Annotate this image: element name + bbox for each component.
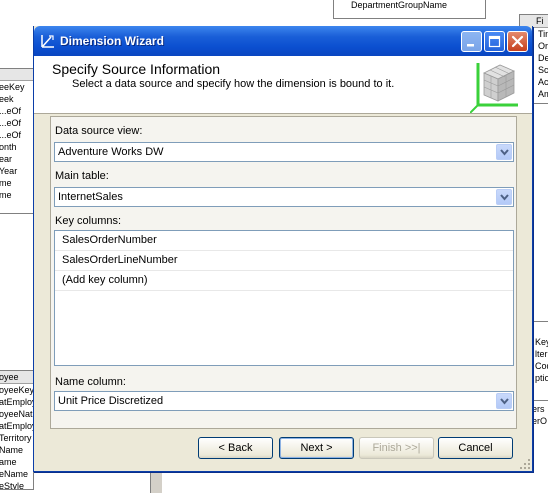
designer-table-row: oyeeKey [0, 385, 34, 395]
resize-grip-icon[interactable] [519, 458, 531, 470]
designer-table-row: DepartmentGroupName [351, 0, 448, 10]
designer-table-row: eOf... [0, 106, 22, 116]
designer-table-row: Name [0, 445, 24, 455]
maximize-icon [488, 35, 501, 48]
designer-scroll-strip [150, 470, 162, 493]
chevron-down-icon [500, 149, 509, 156]
next-button[interactable]: Next > [279, 437, 354, 459]
maximize-button[interactable] [484, 31, 505, 52]
designer-table-row: Cod [535, 361, 548, 371]
designer-table-row: Sc [538, 65, 548, 75]
designer-table-row: atEmploy [0, 421, 34, 431]
designer-table-row: eStyle [0, 481, 25, 490]
dropdown-button[interactable] [496, 144, 512, 160]
list-item[interactable]: SalesOrderNumber [55, 231, 513, 251]
designer-table-row: Tin [538, 29, 548, 39]
designer-table-row: ear [0, 154, 13, 164]
page-title: Specify Source Information [52, 61, 221, 77]
designer-table-row: lterr [535, 349, 548, 359]
designer-table-row: ptior [535, 373, 548, 383]
designer-table-row: Ac [538, 77, 548, 87]
chevron-down-icon [500, 194, 509, 201]
dimension-cube-icon [470, 63, 518, 113]
designer-table-row: me [0, 190, 12, 200]
designer-table-row: Year [0, 166, 18, 176]
designer-table-left: eeKey eek eOf... eOf... eOf... onth ear Year me m… [0, 68, 34, 214]
dropdown-button[interactable] [496, 393, 512, 409]
designer-table-row: onth [0, 142, 17, 152]
close-button[interactable] [507, 31, 528, 52]
designer-table-row: eOf... [0, 130, 22, 140]
wizard-header: Specify Source Information Select a data… [34, 56, 532, 114]
dropdown-button[interactable] [496, 189, 512, 205]
name-column-dropdown[interactable]: Unit Price Discretized [54, 391, 514, 411]
designer-table-row: ame [0, 457, 17, 467]
designer-table-row: Am [538, 89, 548, 99]
designer-table-row: eOf... [0, 118, 22, 128]
main-table-dropdown[interactable]: InternetSales [54, 187, 514, 207]
designer-table-row: atEmploy [0, 397, 34, 407]
data-source-view-dropdown[interactable]: Adventure Works DW [54, 142, 514, 162]
close-icon [511, 35, 524, 48]
designer-table-row: Territory [0, 433, 32, 443]
main-table-value: InternetSales [58, 191, 123, 203]
page-subtitle: Select a data source and specify how the… [72, 78, 395, 90]
name-column-value: Unit Price Discretized [58, 395, 164, 407]
cancel-button[interactable]: Cancel [438, 437, 513, 459]
name-column-label: Name column: [55, 376, 126, 388]
designer-table-row: Key [535, 337, 548, 347]
wizard-icon [41, 35, 54, 48]
designer-table-header: oyee [0, 371, 33, 384]
main-table-label: Main table: [55, 170, 109, 182]
designer-table-row: me [0, 178, 12, 188]
list-item[interactable]: SalesOrderLineNumber [55, 251, 513, 271]
designer-table-header [0, 69, 33, 81]
minimize-icon [467, 44, 474, 47]
designer-table-row: eek [0, 94, 14, 104]
designer-table-top: DepartmentGroupName [333, 0, 486, 19]
title-bar[interactable]: Dimension Wizard [34, 26, 532, 56]
window-title: Dimension Wizard [60, 34, 164, 48]
designer-table-row: oyeeNat [0, 409, 33, 419]
key-columns-label: Key columns: [55, 215, 122, 227]
minimize-button[interactable] [461, 31, 482, 52]
chevron-down-icon [500, 398, 509, 405]
data-source-view-label: Data source view: [55, 125, 143, 137]
dimension-wizard-window: Dimension Wizard Specify Source Informat… [33, 26, 533, 472]
add-key-column-item[interactable]: (Add key column) [55, 271, 513, 291]
designer-table-row: eeKey [0, 82, 25, 92]
designer-table-bottom-left: oyee oyeeKey atEmploy oyeeNat atEmploy Terri… [0, 370, 34, 490]
designer-table-row: De [538, 53, 548, 63]
data-source-view-value: Adventure Works DW [58, 146, 164, 158]
designer-table-row: Or [538, 41, 548, 51]
designer-table-row: eName [0, 469, 29, 479]
key-columns-list[interactable]: SalesOrderNumber SalesOrderLineNumber (A… [54, 230, 514, 366]
finish-button[interactable]: Finish >>| [359, 437, 434, 459]
back-button[interactable]: < Back [198, 437, 273, 459]
